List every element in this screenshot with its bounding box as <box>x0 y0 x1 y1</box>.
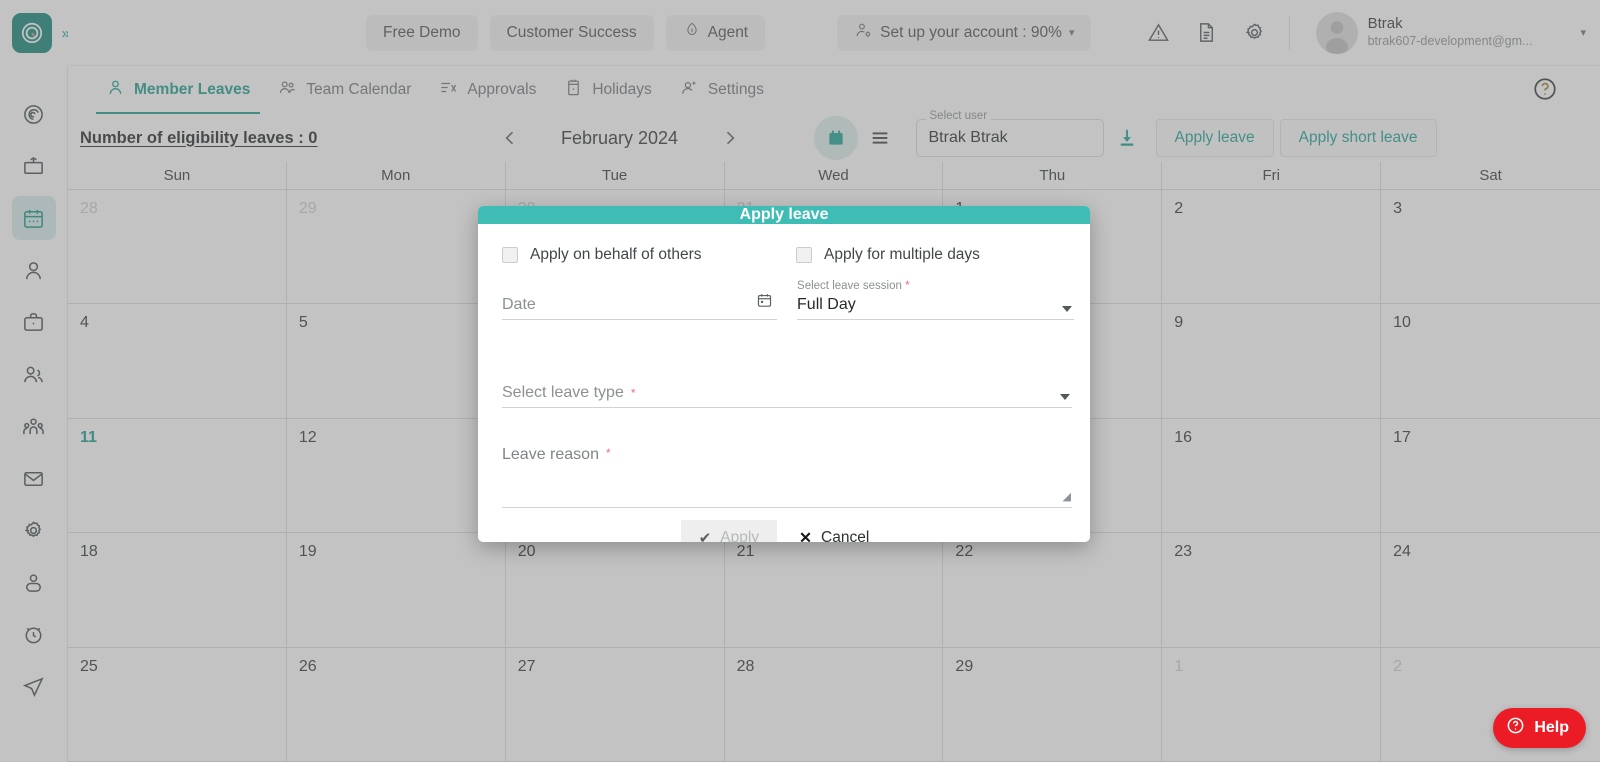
apply-label: Apply <box>720 529 760 542</box>
date-placeholder: Date <box>502 296 536 313</box>
session-label: Select leave session * <box>797 278 910 292</box>
question-circle-icon <box>1506 716 1525 740</box>
dialog-title: Apply leave <box>478 206 1090 224</box>
apply-button[interactable]: ✔ Apply <box>680 520 778 542</box>
required-marker: * <box>630 386 636 400</box>
checkbox-label: Apply on behalf of others <box>530 246 702 263</box>
date-field[interactable]: Date <box>502 292 778 320</box>
chevron-down-icon[interactable] <box>1060 394 1070 400</box>
required-marker: * <box>905 278 910 292</box>
resize-handle-icon[interactable]: ◢ <box>1063 490 1071 503</box>
cancel-button[interactable]: ✕ Cancel <box>781 520 888 543</box>
leave-reason-placeholder: Leave reason <box>502 446 599 463</box>
checkbox-box[interactable] <box>796 247 812 263</box>
help-widget-button[interactable]: Help <box>1493 708 1586 748</box>
cancel-label: Cancel <box>821 529 870 542</box>
required-marker: * <box>605 446 611 460</box>
leave-session-select[interactable]: Select leave session * Full Day <box>797 278 1074 320</box>
checkbox-label: Apply for multiple days <box>824 246 980 263</box>
apply-leave-dialog: Apply leave Apply on behalf of others Ap… <box>478 206 1090 542</box>
dialog-actions: ✔ Apply ✕ Cancel <box>494 520 1074 542</box>
calendar-picker-icon[interactable] <box>756 292 773 314</box>
check-icon: ✔ <box>698 530 712 542</box>
date-session-row: Date Select leave session * Full Day <box>494 278 1074 320</box>
help-widget-label: Help <box>1534 719 1569 736</box>
leave-reason-textarea[interactable]: Leave reason * ◢ <box>502 446 1072 508</box>
session-value: Full Day <box>797 296 856 313</box>
leave-type-select[interactable]: Select leave type * <box>502 382 1072 408</box>
checkbox-box[interactable] <box>502 247 518 263</box>
leave-type-placeholder: Select leave type <box>502 384 624 401</box>
chevron-down-icon[interactable] <box>1062 306 1072 312</box>
apply-multiple-days-checkbox[interactable]: Apply for multiple days <box>791 246 980 264</box>
x-icon: ✕ <box>799 529 813 543</box>
apply-on-behalf-checkbox[interactable]: Apply on behalf of others <box>494 246 791 264</box>
dialog-body: Apply on behalf of others Apply for mult… <box>478 224 1090 542</box>
checkbox-row: Apply on behalf of others Apply for mult… <box>494 246 1074 264</box>
